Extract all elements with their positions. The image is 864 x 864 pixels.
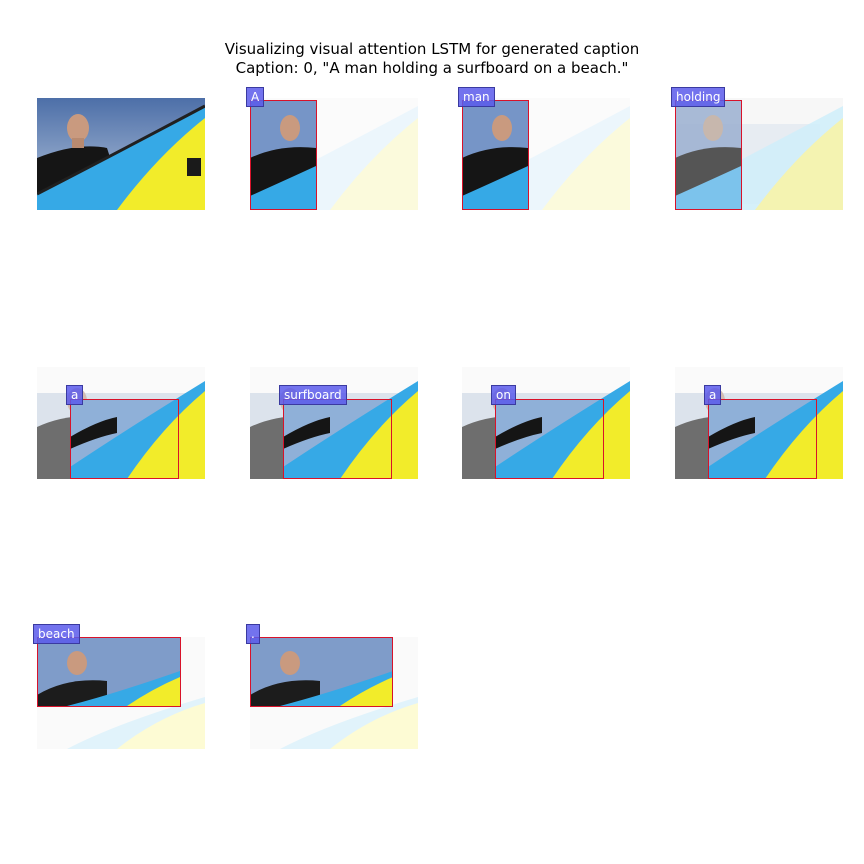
attention-box	[37, 637, 181, 707]
original-image-panel	[37, 98, 205, 210]
word-label: beach	[33, 624, 80, 644]
attention-panel-beach: beach	[33, 624, 205, 749]
attention-panel-A: A	[246, 87, 418, 210]
attention-box	[250, 100, 317, 210]
attention-panel-period: .	[246, 624, 418, 749]
word-label: a	[66, 385, 84, 405]
title-line-1: Visualizing visual attention LSTM for ge…	[224, 40, 640, 58]
word-label: holding	[671, 87, 726, 107]
word-label: man	[458, 87, 495, 107]
attention-box	[462, 100, 529, 210]
original-photo	[37, 98, 205, 210]
attention-panel-surfboard: surfboard	[250, 367, 418, 479]
figure-title: Visualizing visual attention LSTM for ge…	[0, 40, 864, 78]
attention-box	[495, 399, 604, 479]
attention-box	[70, 399, 179, 479]
word-label: a	[704, 385, 722, 405]
attention-panel-man: man	[458, 87, 630, 210]
attention-panel-holding: holding	[671, 87, 843, 210]
word-label: on	[491, 385, 516, 405]
attention-box	[708, 399, 817, 479]
attention-panel-a: a	[37, 367, 205, 479]
attention-panel-on: on	[462, 367, 630, 479]
attention-box	[675, 100, 742, 210]
word-label: surfboard	[279, 385, 347, 405]
attention-box	[283, 399, 392, 479]
attention-panel-a-2: a	[675, 367, 843, 479]
title-line-2: Caption: 0, "A man holding a surfboard o…	[235, 59, 629, 77]
word-label: A	[246, 87, 265, 107]
word-label: .	[246, 624, 260, 644]
attention-box	[250, 637, 393, 707]
